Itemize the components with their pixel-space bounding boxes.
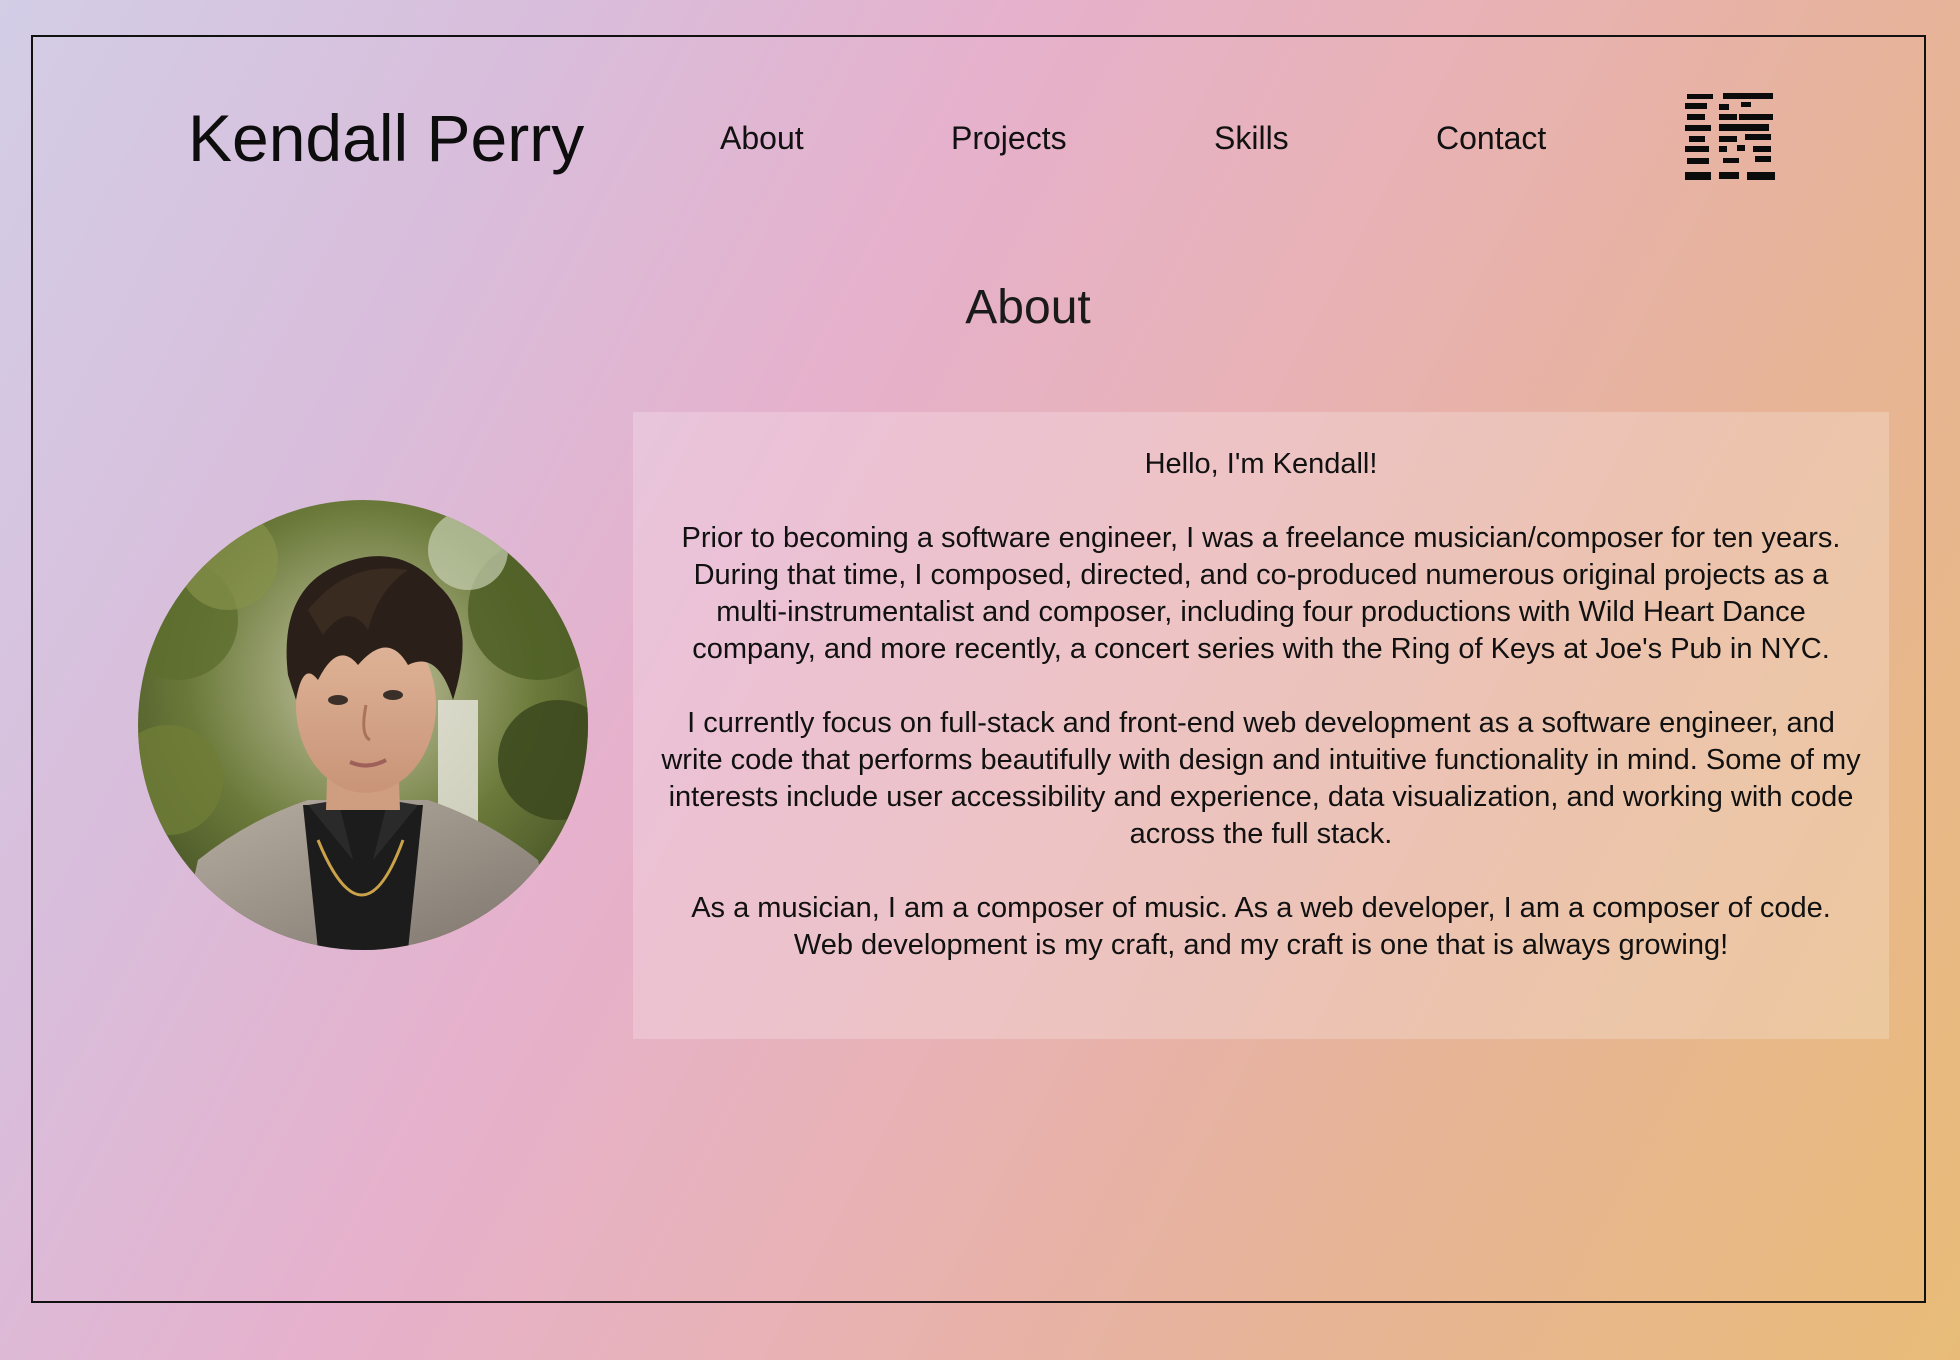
about-greeting: Hello, I'm Kendall! bbox=[1144, 448, 1378, 480]
nav-link-about[interactable]: About bbox=[720, 118, 804, 158]
profile-photo bbox=[138, 500, 588, 950]
site-title: Kendall Perry bbox=[188, 101, 585, 175]
about-card: Hello, I'm Kendall! Prior to becoming a … bbox=[633, 412, 1889, 1039]
about-paragraph-1: Prior to becoming a software engineer, I… bbox=[681, 522, 1841, 665]
about-paragraph-3: As a musician, I am a composer of music.… bbox=[691, 892, 1831, 961]
about-paragraph-2: I currently focus on full-stack and fron… bbox=[661, 707, 1861, 850]
nav-link-projects[interactable]: Projects bbox=[951, 118, 1067, 158]
nav-link-skills[interactable]: Skills bbox=[1214, 118, 1289, 158]
nav-link-contact[interactable]: Contact bbox=[1436, 118, 1546, 158]
section-heading-about: About bbox=[965, 281, 1091, 334]
kp-monogram-logo-icon[interactable] bbox=[1683, 90, 1779, 186]
